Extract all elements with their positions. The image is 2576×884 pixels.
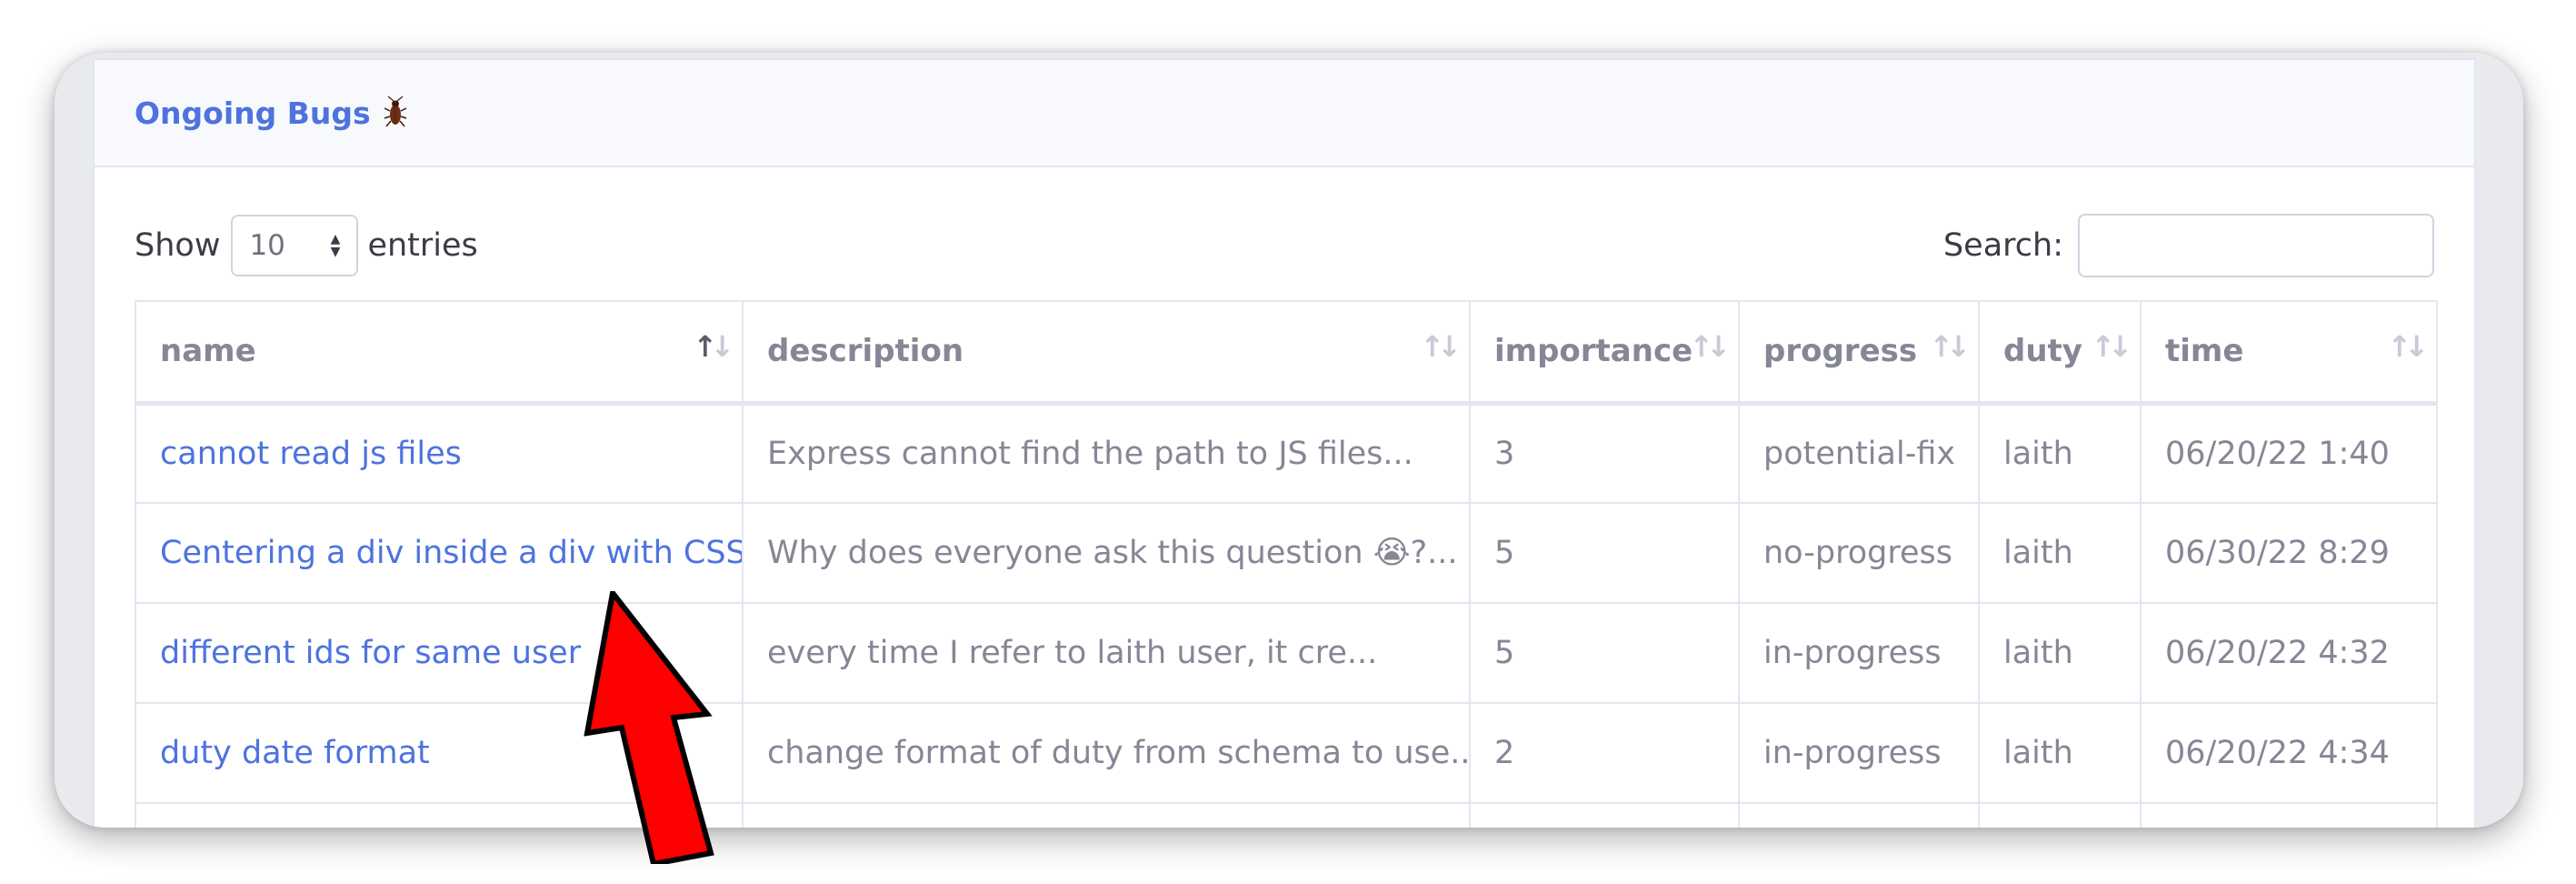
bug-duty: laith bbox=[1978, 502, 2142, 604]
bug-time: 06/20/22 4:34 bbox=[2140, 702, 2438, 804]
search-control: Search: bbox=[1943, 214, 2434, 277]
table-header-row: name ↑↓ description ↑↓ importance ↑↓ pro… bbox=[135, 300, 2438, 406]
table-controls: Show 10 ▲ ▼ entries Search: bbox=[135, 213, 2434, 278]
bug-progress: potential-fix bbox=[1738, 402, 1980, 504]
table-cell bbox=[1469, 802, 1740, 828]
show-label: Show bbox=[135, 227, 221, 264]
table-cell bbox=[742, 802, 1471, 828]
column-header-duty[interactable]: duty ↑↓ bbox=[1978, 300, 2142, 406]
bug-progress: in-progress bbox=[1738, 702, 1980, 804]
bug-progress: no-progress bbox=[1738, 502, 1980, 604]
bug-name-link[interactable]: cannot read js files bbox=[135, 402, 744, 504]
bug-description: every time I refer to laith user, it cre… bbox=[742, 602, 1471, 704]
bugs-table: name ↑↓ description ↑↓ importance ↑↓ pro… bbox=[135, 300, 2438, 828]
entries-select[interactable]: 10 ▲ ▼ bbox=[231, 215, 359, 276]
bug-duty: laith bbox=[1978, 602, 2142, 704]
bug-description: Express cannot find the path to JS files… bbox=[742, 402, 1471, 504]
table-row: duty date format change format of duty f… bbox=[135, 702, 2438, 804]
card-title: Ongoing Bugs bbox=[135, 95, 371, 131]
column-header-description[interactable]: description ↑↓ bbox=[742, 300, 1471, 406]
sort-icon: ↑↓ bbox=[1689, 329, 1731, 364]
table-row: different ids for same user every time I… bbox=[135, 602, 2438, 704]
browser-window: Ongoing Bugs Show 10 ▲ ▼ entries Search:… bbox=[55, 53, 2523, 828]
column-header-name[interactable]: name ↑↓ bbox=[135, 300, 744, 406]
bug-time: 06/30/22 8:29 bbox=[2140, 502, 2438, 604]
bug-description: Why does everyone ask this question 😭?..… bbox=[742, 502, 1471, 604]
cockroach-icon bbox=[384, 96, 407, 127]
table-row: cannot read js files Express cannot find… bbox=[135, 402, 2438, 504]
sort-icon: ↑↓ bbox=[1929, 329, 1971, 364]
table-row bbox=[135, 802, 2438, 828]
sort-icon: ↑↓ bbox=[2091, 329, 2132, 364]
card-header: Ongoing Bugs bbox=[95, 60, 2474, 167]
bug-importance: 5 bbox=[1469, 602, 1740, 704]
entries-label: entries bbox=[367, 227, 478, 264]
column-header-importance[interactable]: importance ↑↓ bbox=[1469, 300, 1740, 406]
bug-name-link[interactable]: Centering a div inside a div with CSS bbox=[135, 502, 744, 604]
table-row: Centering a div inside a div with CSS Wh… bbox=[135, 502, 2438, 604]
bug-importance: 2 bbox=[1469, 702, 1740, 804]
bugs-card: Ongoing Bugs Show 10 ▲ ▼ entries Search:… bbox=[93, 58, 2476, 828]
table-cell bbox=[2140, 802, 2438, 828]
bug-duty: laith bbox=[1978, 402, 2142, 504]
entries-select-value: 10 bbox=[249, 229, 285, 262]
bug-duty: laith bbox=[1978, 702, 2142, 804]
search-label: Search: bbox=[1942, 227, 2063, 264]
table-cell bbox=[1978, 802, 2142, 828]
sort-icon: ↑↓ bbox=[1420, 329, 1462, 364]
bug-importance: 5 bbox=[1469, 502, 1740, 604]
bug-importance: 3 bbox=[1469, 402, 1740, 504]
bug-time: 06/20/22 4:32 bbox=[2140, 602, 2438, 704]
sort-icon: ↑↓ bbox=[2387, 329, 2429, 364]
search-input[interactable] bbox=[2078, 214, 2434, 277]
table-cell bbox=[1738, 802, 1980, 828]
select-arrows-icon: ▲ ▼ bbox=[330, 232, 341, 259]
red-arrow-icon bbox=[584, 591, 714, 864]
page-background: Ongoing Bugs Show 10 ▲ ▼ entries Search:… bbox=[55, 53, 2523, 828]
bug-time: 06/20/22 1:40 bbox=[2140, 402, 2438, 504]
entries-length-control: Show 10 ▲ ▼ entries bbox=[135, 215, 478, 276]
bug-progress: in-progress bbox=[1738, 602, 1980, 704]
bug-description: change format of duty from schema to use… bbox=[742, 702, 1471, 804]
column-header-time[interactable]: time ↑↓ bbox=[2140, 300, 2438, 406]
column-header-progress[interactable]: progress ↑↓ bbox=[1738, 300, 1980, 406]
sort-ascending-icon: ↑↓ bbox=[693, 329, 734, 364]
